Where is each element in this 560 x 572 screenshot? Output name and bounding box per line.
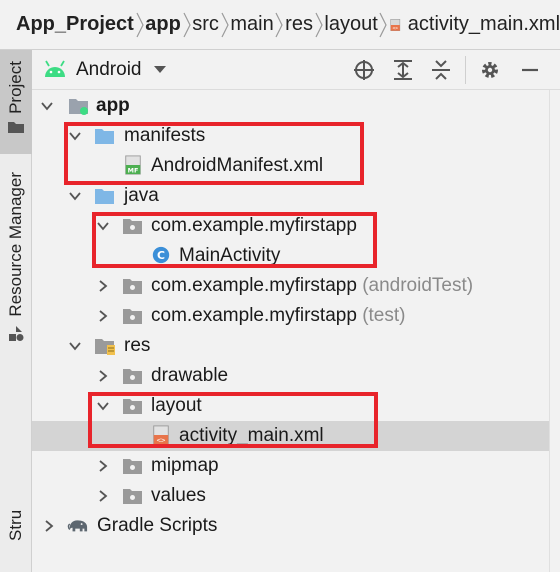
chevron-down-icon[interactable] (69, 340, 81, 352)
chevron-down-icon[interactable] (69, 190, 81, 202)
tab-structure-label: Structure (6, 510, 26, 541)
tree-row-java[interactable]: java (32, 181, 560, 211)
layout-xml-icon: <> (390, 18, 401, 31)
package-icon (123, 279, 142, 294)
tree-label-drawable: drawable (151, 365, 229, 386)
module-folder-icon (69, 99, 88, 115)
chevron-right-icon[interactable] (97, 370, 109, 382)
scrollbar[interactable] (549, 90, 560, 572)
breadcrumb-separator-icon (274, 10, 285, 40)
tree-row-gradle-scripts[interactable]: Gradle Scripts (32, 511, 560, 541)
crosshair-icon (354, 60, 374, 80)
collapse-all-button[interactable] (429, 58, 453, 82)
package-icon (123, 459, 142, 474)
expand-all-button[interactable] (391, 58, 415, 82)
tree-label-mipmap: mipmap (151, 455, 219, 476)
minimize-icon (522, 68, 538, 72)
highlight-box-manifest (64, 122, 364, 185)
tree-label-app: app (96, 95, 130, 116)
project-view-label: Android (76, 58, 142, 80)
breadcrumb-project[interactable]: App_Project (16, 13, 134, 36)
tool-window-stripe: Project Resource Manager Structure (0, 50, 32, 572)
tab-structure[interactable]: Structure (0, 510, 32, 572)
resource-folder-icon (95, 339, 115, 355)
toolbar-divider (465, 56, 466, 84)
breadcrumb-separator-icon (313, 10, 324, 40)
android-icon (45, 60, 65, 77)
chevron-right-icon[interactable] (97, 460, 109, 472)
project-panel-toolbar: Android (32, 50, 560, 90)
tree-label-package-test: com.example.myfirstapp (151, 305, 357, 326)
select-opened-file-button[interactable] (352, 58, 376, 82)
breadcrumb-separator-icon (219, 10, 230, 40)
navigation-breadcrumb: App_Project app src main res layout <> a… (0, 0, 560, 50)
chevron-right-icon[interactable] (97, 310, 109, 322)
hide-panel-button[interactable] (518, 58, 542, 82)
tree-label-package-android-test: com.example.myfirstapp (151, 275, 357, 296)
expand-all-icon (394, 60, 412, 80)
chevron-right-icon[interactable] (97, 280, 109, 292)
tree-label-res: res (124, 335, 151, 356)
project-tree: app manifests MF AndroidManifest.xml jav… (32, 90, 560, 572)
tree-label-java: java (124, 185, 159, 206)
collapse-all-icon (432, 60, 450, 80)
breadcrumb-separator-icon (378, 10, 389, 40)
highlight-box-layout (88, 392, 378, 448)
breadcrumb-src[interactable]: src (192, 13, 219, 36)
package-icon (123, 369, 142, 384)
package-icon (123, 309, 142, 324)
breadcrumb-separator-icon (134, 10, 145, 40)
chevron-right-icon[interactable] (43, 520, 55, 532)
tab-resource-manager[interactable]: Resource Manager (0, 168, 32, 320)
resource-manager-icon (9, 326, 24, 341)
breadcrumb-main[interactable]: main (230, 13, 273, 36)
folder-icon (8, 122, 24, 133)
breadcrumb-res[interactable]: res (285, 13, 313, 36)
breadcrumb-layout[interactable]: layout (324, 13, 377, 36)
project-view-dropdown[interactable]: Android (76, 59, 166, 81)
tab-resource-manager-label: Resource Manager (6, 171, 25, 317)
tree-row-app[interactable]: app (32, 91, 560, 121)
tree-row-values[interactable]: values (32, 481, 560, 511)
tree-row-package-test[interactable]: com.example.myfirstapp (test) (32, 301, 560, 331)
highlight-box-main-activity (92, 212, 377, 268)
gear-icon (482, 62, 498, 78)
tree-label-gradle-scripts: Gradle Scripts (97, 515, 218, 536)
chevron-down-icon (153, 65, 166, 73)
chevron-right-icon[interactable] (97, 490, 109, 502)
gradle-elephant-icon (67, 520, 88, 532)
svg-text:<>: <> (393, 26, 399, 31)
tree-label-values: values (151, 485, 206, 506)
package-icon (123, 489, 142, 504)
source-set-hint: (test) (362, 305, 406, 326)
breadcrumb-file[interactable]: activity_main.xml (408, 13, 560, 36)
settings-button[interactable] (478, 58, 502, 82)
tab-project[interactable]: Project (0, 50, 32, 154)
tree-row-drawable[interactable]: drawable (32, 361, 560, 391)
tree-row-res[interactable]: res (32, 331, 560, 361)
breadcrumb-separator-icon (181, 10, 192, 40)
tab-project-label: Project (6, 60, 25, 114)
tree-row-package-android-test[interactable]: com.example.myfirstapp (androidTest) (32, 271, 560, 301)
folder-icon (95, 189, 114, 204)
tree-row-mipmap[interactable]: mipmap (32, 451, 560, 481)
breadcrumb-module[interactable]: app (145, 13, 181, 36)
source-set-hint: (androidTest) (362, 275, 474, 296)
chevron-down-icon[interactable] (41, 100, 53, 112)
